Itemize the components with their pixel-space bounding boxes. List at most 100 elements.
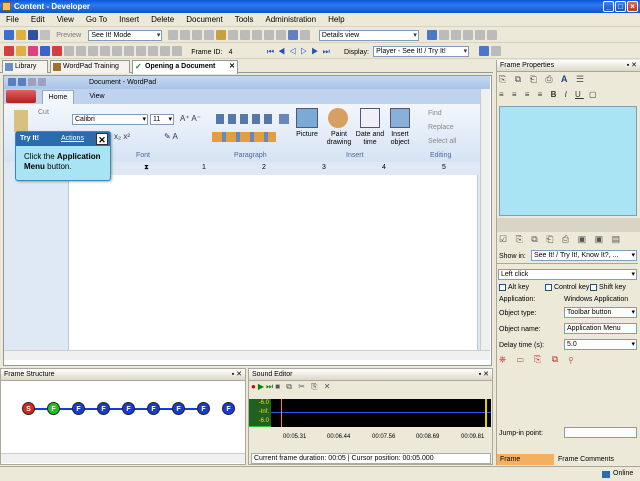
tab-view[interactable]: View — [82, 90, 112, 104]
folder-icon[interactable] — [215, 30, 226, 40]
tool-icon-6[interactable] — [124, 46, 134, 56]
list-indent-icons[interactable] — [216, 114, 276, 124]
delete-frame-icon[interactable] — [52, 46, 62, 56]
replace-button[interactable]: Replace — [428, 124, 454, 131]
tab-frame-properties[interactable]: Frame Properties — [497, 454, 554, 474]
qa-redo-icon[interactable] — [38, 78, 46, 86]
tab-opening-a-document[interactable]: ✓ Opening a Document ✕ — [132, 60, 238, 74]
minimize-button[interactable]: _ — [603, 1, 614, 12]
paragraph-icon[interactable] — [279, 114, 289, 124]
undo-icon[interactable] — [239, 30, 250, 40]
alignment-icons[interactable] — [212, 132, 276, 142]
close-tab-icon[interactable]: ✕ — [229, 61, 235, 73]
picture-button[interactable]: Picture — [294, 131, 320, 138]
properties-toolbar-2[interactable]: ☑ ⎘ ⧉ ⎗ ⎙ ▣ ▣ ▤ — [499, 234, 623, 245]
tool-icon-4[interactable] — [100, 46, 110, 56]
tool-icon-10[interactable] — [172, 46, 182, 56]
properties-toolbar-3[interactable]: ⎈ ▭ ⎘ ⧉ ⚲ — [499, 354, 577, 365]
properties-toolbar-1[interactable]: ⎘ ⧉ ⎗ ⎙ A ☰ — [499, 74, 587, 85]
tool-icon-1[interactable] — [64, 46, 74, 56]
arrow-icon[interactable] — [299, 30, 310, 40]
panel-controls-icons[interactable]: ▪ ✕ — [479, 369, 492, 381]
tree-icon[interactable] — [287, 30, 298, 40]
jump-in-field[interactable] — [564, 427, 637, 438]
tool-icon-7[interactable] — [136, 46, 146, 56]
print-icon[interactable] — [40, 30, 50, 40]
layout-icon-8[interactable] — [491, 46, 502, 56]
panel-controls-icons[interactable]: ▪ ✕ — [232, 369, 245, 381]
select-all-button[interactable]: Select all — [428, 138, 456, 145]
frame-node[interactable]: F — [47, 402, 60, 415]
menu-help[interactable]: Help — [322, 13, 350, 27]
layout-icon-4[interactable] — [463, 30, 474, 40]
frame-node[interactable]: F — [222, 402, 235, 415]
sound-toolbar[interactable]: ●▶⏭■ ⧉ ✂ ⎘ ✕ — [251, 382, 332, 396]
paste-icon[interactable] — [191, 30, 202, 40]
redo-icon[interactable] — [251, 30, 262, 40]
link-icon[interactable] — [263, 30, 274, 40]
tool-icon-2[interactable] — [76, 46, 86, 56]
delete-icon[interactable] — [203, 30, 214, 40]
find-button[interactable]: Find — [428, 110, 442, 117]
tool-icon-3[interactable] — [88, 46, 98, 56]
tool-icon-9[interactable] — [160, 46, 170, 56]
menu-tools[interactable]: Tools — [229, 13, 260, 27]
new-icon[interactable] — [4, 30, 14, 40]
callout-text-editor[interactable] — [499, 106, 637, 216]
picture-icon[interactable] — [296, 108, 318, 128]
panel-controls-icons[interactable]: ▪ ✕ — [627, 60, 640, 72]
tab-library[interactable]: Library — [2, 60, 48, 73]
menu-view[interactable]: View — [51, 13, 80, 27]
open-icon[interactable] — [16, 30, 26, 40]
tab-wordpad-training[interactable]: WordPad Training — [50, 60, 130, 73]
frame-node[interactable]: F — [172, 402, 185, 415]
delay-time-select[interactable]: 5.0 — [564, 339, 637, 350]
alt-key-checkbox[interactable]: Alt key — [499, 282, 529, 293]
close-button[interactable]: × — [627, 1, 638, 12]
layout-icon-6[interactable] — [487, 30, 498, 40]
paint-drawing-icon[interactable] — [328, 108, 348, 128]
date-time-button[interactable]: Date and time — [354, 131, 386, 147]
grow-shrink-font-icons[interactable]: A⁺ A⁻ — [180, 114, 201, 123]
waveform-area[interactable] — [271, 399, 491, 427]
menu-administration[interactable]: Administration — [259, 13, 322, 27]
copy-icon[interactable] — [179, 30, 190, 40]
menu-edit[interactable]: Edit — [25, 13, 51, 27]
tool-icon-8[interactable] — [148, 46, 158, 56]
frame-structure-scrollbar[interactable] — [1, 453, 245, 463]
editor-vertical-scrollbar[interactable] — [480, 89, 490, 350]
properties-icon[interactable] — [275, 30, 286, 40]
callout-actions-link[interactable]: Actions — [61, 132, 84, 146]
control-key-checkbox[interactable]: Control key — [545, 282, 589, 293]
paint-drawing-button[interactable]: Paint drawing — [324, 131, 354, 147]
layout-icon-2[interactable] — [439, 30, 450, 40]
mode-select[interactable]: See It! Mode — [88, 30, 163, 41]
menu-insert[interactable]: Insert — [113, 13, 145, 27]
subscript-superscript-icons[interactable]: x₂ x² — [114, 132, 130, 141]
maximize-button[interactable]: □ — [615, 1, 626, 12]
action-icon[interactable] — [28, 46, 38, 56]
folder-icon[interactable] — [16, 46, 26, 56]
menu-delete[interactable]: Delete — [145, 13, 180, 27]
layout-icon-7[interactable] — [479, 46, 490, 56]
object-type-select[interactable]: Toolbar button — [564, 307, 637, 318]
qa-undo-icon[interactable] — [28, 78, 36, 86]
menu-document[interactable]: Document — [180, 13, 228, 27]
editor-horizontal-scrollbar[interactable] — [4, 350, 490, 360]
frame-node[interactable]: F — [122, 402, 135, 415]
menu-file[interactable]: File — [0, 13, 25, 27]
view-select[interactable]: Details view — [318, 30, 419, 41]
text-format-toolbar[interactable]: ≡ ≡ ≡ ≡ B I U ▢ — [499, 90, 600, 99]
preview-button[interactable]: Preview — [56, 28, 81, 43]
frame-node[interactable]: S — [22, 402, 35, 415]
cut-icon[interactable] — [167, 30, 178, 40]
layout-icon-3[interactable] — [451, 30, 462, 40]
show-in-select[interactable]: See It! / Try It!, Know It?, ... — [531, 250, 637, 261]
highlight-color-icon[interactable]: ✎ A — [164, 132, 178, 141]
insert-object-icon[interactable] — [390, 108, 410, 128]
frame-node[interactable]: F — [197, 402, 210, 415]
save-icon[interactable] — [28, 30, 38, 40]
frame-node[interactable]: F — [147, 402, 160, 415]
layout-icon-1[interactable] — [427, 30, 438, 40]
frame-navigation-icons[interactable]: ⏮◀◁▷▶⏭ — [267, 44, 334, 59]
